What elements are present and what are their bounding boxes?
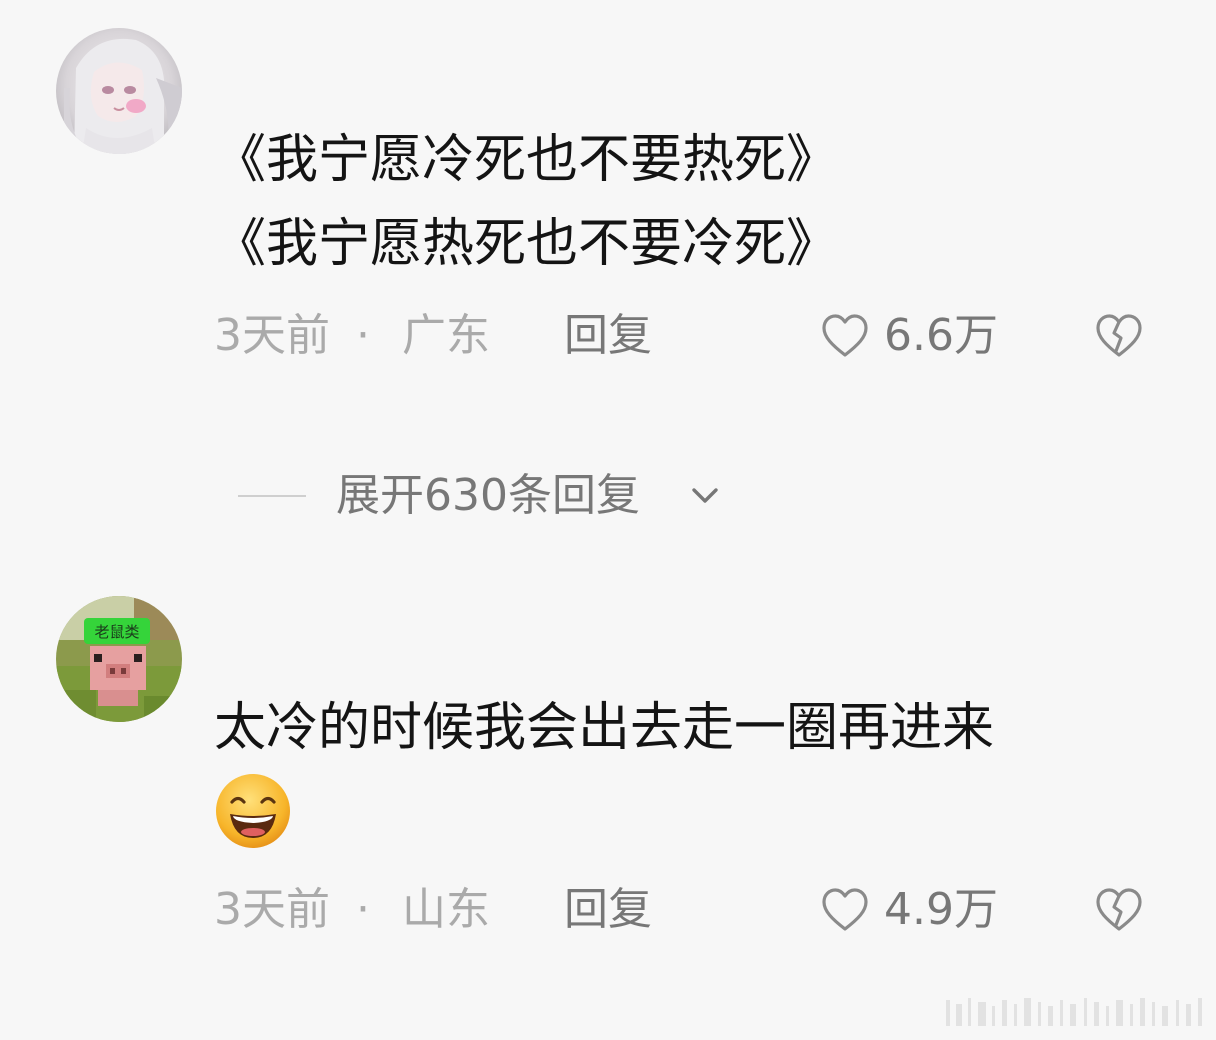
commenter-avatar[interactable]: 老鼠类 [56,596,182,722]
comment-meta: 3天前 · 山东 回复 4.9万 [214,880,1174,940]
like-count: 6.6万 [884,310,998,361]
expand-replies-button[interactable]: 展开630条回复 [238,464,758,528]
pixel-pig-avatar-icon: 老鼠类 [56,596,182,722]
expand-divider [238,495,306,497]
comment-location: 广东 [402,310,490,361]
grinning-squinting-face-emoji-icon [214,772,292,850]
broken-heart-icon[interactable] [1092,883,1146,937]
comment-thread: 《我宁愿冷死也不要热死》 《我宁愿热死也不要冷死》 3天前 · 广东 回复 6.… [0,0,1216,1040]
meta-separator: · [356,310,370,361]
comment-location: 山东 [402,884,490,935]
meta-separator: · [356,884,370,935]
commenter-avatar[interactable] [56,28,182,154]
watermark-icon [946,996,1208,1030]
comment-time: 3天前 [214,884,330,935]
heart-icon[interactable] [818,309,872,363]
reply-button[interactable]: 回复 [564,306,652,366]
like-count: 4.9万 [884,884,998,935]
chevron-down-icon [688,482,722,510]
comment-text-line: 《我宁愿冷死也不要热死》 [214,130,839,190]
comment-text-line: 《我宁愿热死也不要冷死》 [214,214,839,274]
heart-icon[interactable] [818,883,872,937]
comment-time: 3天前 [214,310,330,361]
avatar-badge-text: 老鼠类 [94,623,139,641]
expand-replies-label: 展开630条回复 [336,470,640,521]
comment-text-line: 太冷的时候我会出去走一圈再进来 [214,698,995,758]
broken-heart-icon[interactable] [1092,309,1146,363]
comment-meta: 3天前 · 广东 回复 6.6万 [214,306,1174,366]
anime-girl-avatar-icon [56,28,182,154]
reply-button[interactable]: 回复 [564,880,652,940]
